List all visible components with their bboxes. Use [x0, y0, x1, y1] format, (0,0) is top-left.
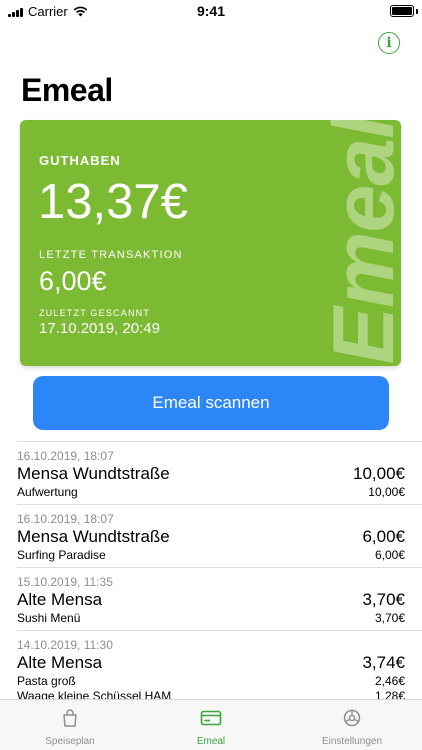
card-watermark-logo: Emeal	[316, 120, 401, 364]
tab-bar: Speiseplan Emeal Einstellungen	[0, 699, 422, 750]
balance-value: 13,37€	[38, 175, 188, 229]
transaction-date: 14.10.2019, 11:30	[17, 638, 113, 652]
transaction-total: 3,70€	[362, 590, 405, 609]
tab-label: Speiseplan	[45, 736, 95, 747]
tab-einstellungen[interactable]: Einstellungen	[282, 700, 422, 750]
transaction-item-amount: 3,70€	[374, 611, 405, 625]
scan-emeal-button[interactable]: Emeal scannen	[33, 376, 389, 430]
info-icon: i	[386, 35, 392, 51]
transaction-item-name: Sushi Menü	[17, 611, 81, 625]
tab-label: Emeal	[196, 736, 226, 747]
balance-label: GUTHABEN	[39, 153, 121, 168]
tab-label: Einstellungen	[321, 736, 383, 747]
transaction-place: Mensa Wundtstraße	[17, 464, 170, 483]
last-transaction-label: LETZTE TRANSAKTION	[39, 249, 183, 261]
transaction-row[interactable]: 15.10.2019, 11:35 Alte Mensa 3,70€ Sushi…	[0, 568, 422, 630]
last-scanned-value: 17.10.2019, 20:49	[39, 320, 160, 337]
transaction-item-name: Waage kleine Schüssel HAM	[17, 689, 172, 699]
page-title: Emeal	[21, 72, 113, 108]
battery-tip	[416, 9, 418, 14]
transaction-item-name: Pasta groß	[17, 674, 76, 688]
transaction-item-name: Aufwertung	[17, 485, 78, 499]
gear-icon	[282, 708, 422, 728]
transaction-item-name: Surfing Paradise	[17, 548, 106, 562]
transaction-row[interactable]: 14.10.2019, 11:30 Alte Mensa 3,74€ Pasta…	[0, 631, 422, 699]
transaction-list[interactable]: 16.10.2019, 18:07 Mensa Wundtstraße 10,0…	[0, 441, 422, 699]
transaction-item-amount: 6,00€	[374, 548, 405, 562]
transaction-place: Alte Mensa	[17, 590, 103, 609]
transaction-place: Alte Mensa	[17, 653, 103, 672]
transaction-place: Mensa Wundtstraße	[17, 527, 170, 546]
battery-icon	[390, 5, 414, 17]
transaction-row[interactable]: 16.10.2019, 18:07 Mensa Wundtstraße 6,00…	[0, 505, 422, 567]
transaction-item-amount: 10,00€	[368, 485, 405, 499]
status-bar: Carrier 9:41	[0, 0, 422, 22]
transaction-item-amount: 1,28€	[374, 689, 405, 699]
info-button[interactable]: i	[378, 32, 400, 54]
last-scanned-label: ZULETZT GESCANNT	[39, 308, 151, 318]
tab-speiseplan[interactable]: Speiseplan	[0, 700, 140, 750]
bag-icon	[0, 708, 140, 728]
transaction-total: 6,00€	[362, 527, 405, 546]
card-icon	[141, 708, 281, 728]
tab-emeal[interactable]: Emeal	[141, 700, 281, 750]
transaction-date: 15.10.2019, 11:35	[17, 575, 113, 589]
transaction-row[interactable]: 16.10.2019, 18:07 Mensa Wundtstraße 10,0…	[0, 442, 422, 504]
balance-card: Emeal GUTHABEN 13,37€ LETZTE TRANSAKTION…	[20, 120, 401, 366]
transaction-total: 10,00€	[353, 464, 405, 483]
transaction-item-amount: 2,46€	[374, 674, 405, 688]
status-time: 9:41	[196, 3, 226, 19]
transaction-total: 3,74€	[362, 653, 405, 672]
last-transaction-value: 6,00€	[39, 266, 107, 296]
transaction-date: 16.10.2019, 18:07	[17, 512, 114, 526]
transaction-date: 16.10.2019, 18:07	[17, 449, 114, 463]
